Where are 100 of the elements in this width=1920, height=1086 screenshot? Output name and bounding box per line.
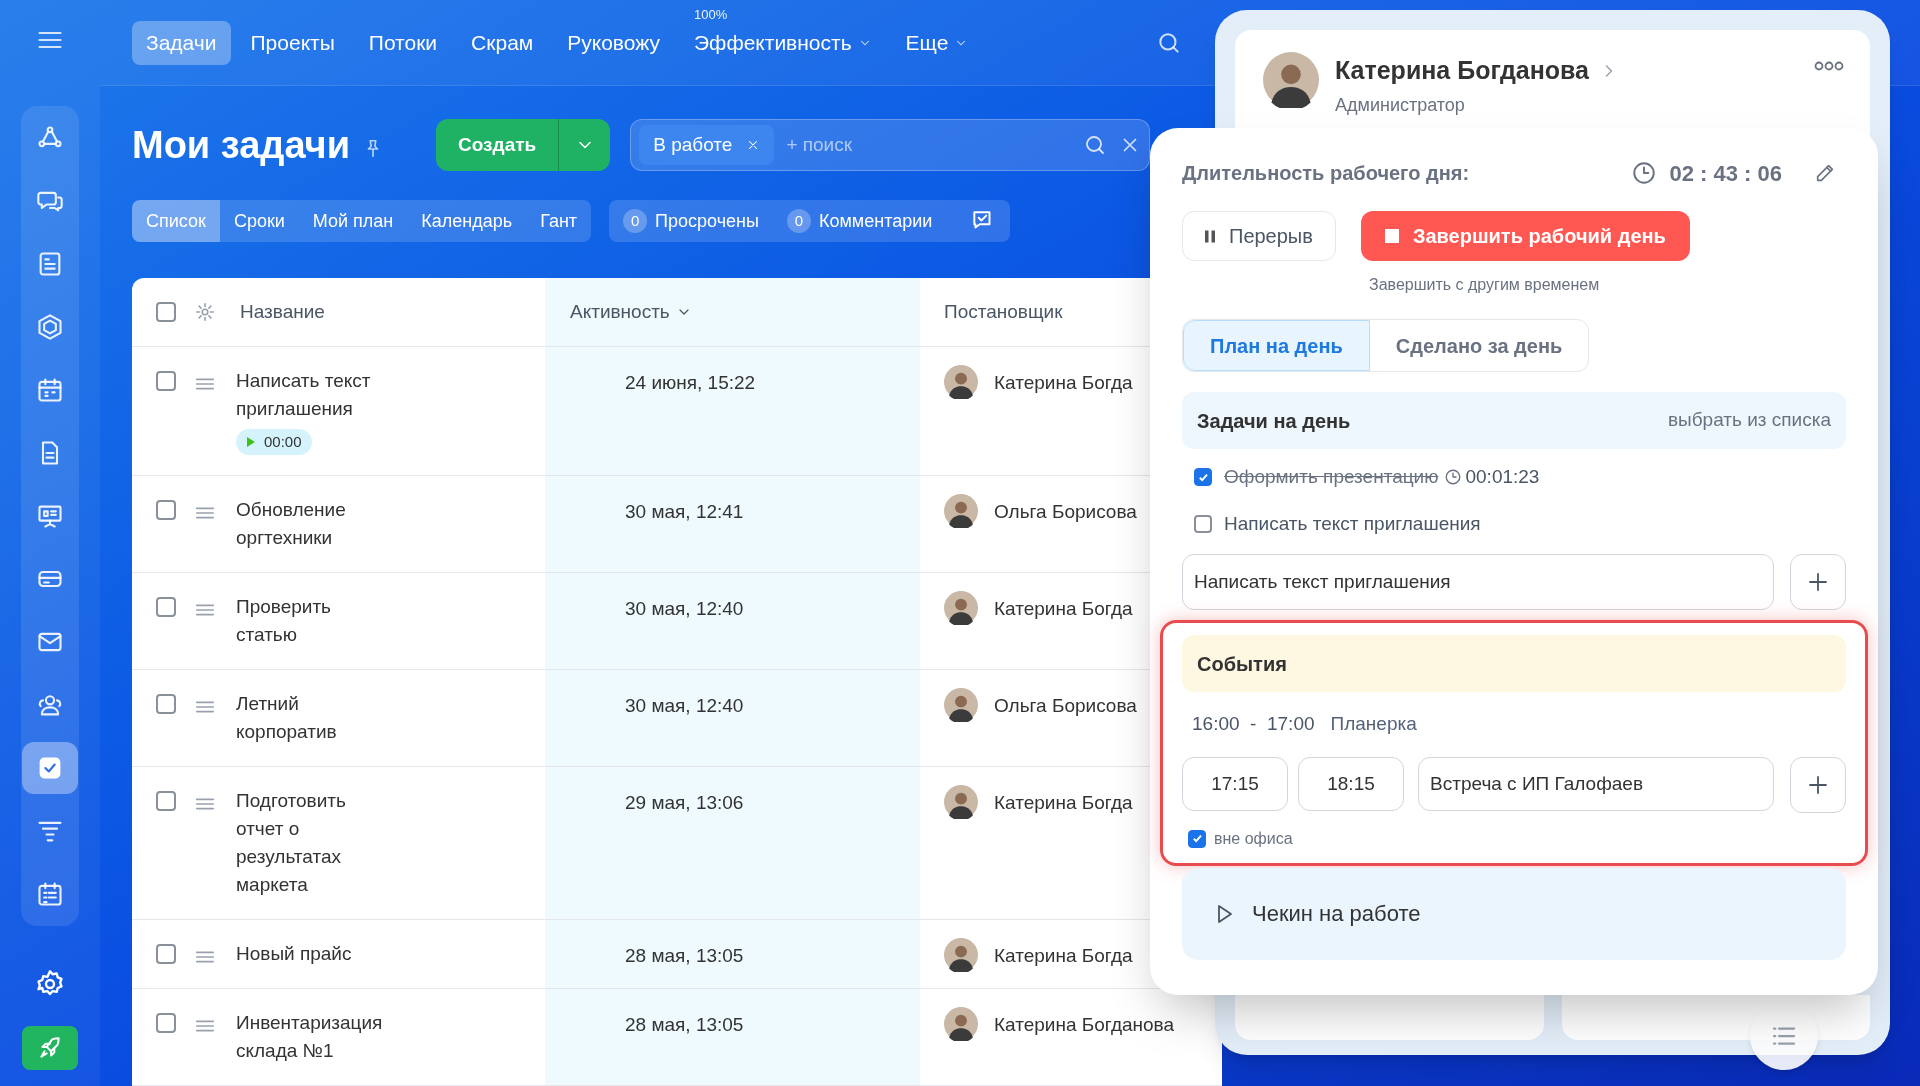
pause-icon [1205,229,1215,243]
rocket-icon [37,1035,63,1061]
activity-date: 24 июня, 15:22 [625,372,756,393]
stop-icon [1384,229,1399,243]
check-icon [1190,832,1204,845]
counter-filter[interactable]: 0 Комментарии [786,207,933,235]
task-title[interactable]: Обновление оргтехники [236,496,391,552]
view-tab[interactable]: Мой план [298,200,408,242]
profile-name[interactable]: Катерина Богданова [1335,52,1589,90]
avatar [944,688,978,722]
start-time-field[interactable]: 17:15 [1182,756,1288,811]
task-input[interactable]: Написать текст приглашения [1182,554,1774,610]
event-name-field[interactable]: Встреча с ИП Галофаев [1418,756,1774,811]
row-checkbox[interactable] [156,597,176,617]
task-title[interactable]: Инвентаризация склада №1 [236,1009,391,1065]
nav-tab[interactable]: Руковожу [553,20,674,65]
task-checkbox[interactable] [1194,468,1212,487]
clock-icon [1444,468,1463,487]
out-of-office-label: вне офиса [1214,828,1293,849]
choose-from-list-link[interactable]: выбрать из списка [1667,406,1831,435]
avatar [944,1007,978,1041]
activity-date: 30 мая, 12:40 [625,695,744,716]
column-header[interactable]: Активность [570,297,692,327]
row-checkbox[interactable] [156,694,176,714]
task-title[interactable]: Летний корпоратив [236,690,391,746]
task-time: 00:01:23 [1465,465,1540,489]
activity-date: 28 мая, 13:05 [625,1014,744,1035]
avatar [944,785,978,819]
calendar-icon [36,376,64,404]
avatar [944,938,978,972]
creator-name[interactable]: Катерина Богда [994,369,1133,398]
rocket-button[interactable] [22,1026,78,1070]
search-input[interactable]: + поиск [786,130,1072,160]
activity-date: 29 мая, 13:06 [625,792,744,813]
search-field[interactable]: В работе + поиск [630,119,1151,171]
creator-name[interactable]: Катерина Богда [994,942,1133,971]
finish-other-time-link[interactable]: Завершить с другим временем [1369,276,1600,293]
row-checkbox[interactable] [156,1013,176,1033]
activity-date: 30 мая, 12:41 [625,501,744,522]
task-title[interactable]: Новый прайс [236,940,391,968]
profile-role: Администратор [1335,93,1466,117]
add-event-button[interactable] [1790,756,1846,813]
out-of-office-checkbox[interactable] [1188,829,1206,848]
pause-button[interactable]: Перерыв [1182,211,1336,261]
row-checkbox[interactable] [156,371,176,391]
event-time: 16:00 - 17:00 [1192,712,1315,736]
plan-task: Оформить презентацию [1224,465,1439,489]
task-title[interactable]: Проверить статью [236,593,391,649]
creator-name[interactable]: Катерина Богданова [994,1011,1175,1040]
column-header[interactable]: Постановщик [944,297,1063,327]
activity-date: 30 мая, 12:40 [625,598,744,619]
end-time-field[interactable]: 18:15 [1298,756,1404,811]
add-task-button[interactable] [1790,554,1846,610]
filter-chip[interactable]: В работе [639,125,775,165]
tasks-title: Задачи на день [1197,408,1351,434]
creator-name[interactable]: Катерина Богда [994,595,1133,624]
clock-icon [1631,160,1658,186]
edit-button[interactable] [1814,162,1836,184]
nav-tab[interactable]: Проекты [236,20,349,65]
planner-icon [36,880,64,908]
plan-task: Написать текст приглашения [1224,511,1481,536]
pencil-icon [1814,162,1836,184]
checkin-button[interactable]: Чекин на работе [1182,867,1846,960]
row-checkbox[interactable] [156,500,176,520]
nav-tab[interactable]: Скрам [457,20,548,65]
events-title: События [1197,651,1287,677]
workday-timer: 02 : 43 : 06 [1669,159,1782,188]
plan-tab[interactable]: Сделано за день [1369,320,1589,371]
avatar [944,494,978,528]
task-checkbox[interactable] [1194,514,1212,533]
view-tab[interactable]: Сроки [219,200,299,242]
sidebar-item[interactable] [22,742,78,794]
event-title[interactable]: Планерка [1330,710,1417,739]
counter-filter[interactable]: 0 Просрочены [623,207,759,235]
creator-name[interactable]: Ольга Борисова [994,498,1137,527]
gear-icon [194,301,216,323]
nav-tab[interactable]: Потоки [354,20,452,65]
task-title[interactable]: Подготовить отчет о результатах маркета [236,787,391,899]
view-tab[interactable]: Календарь [407,200,527,242]
workday-title: Длительность рабочего дня: [1182,161,1470,186]
column-header[interactable]: Название [240,297,325,327]
task-title[interactable]: Написать текст приглашения [236,367,391,423]
more-button[interactable] [1814,60,1844,72]
timer-badge[interactable]: 00:00 [236,429,312,455]
creator-name[interactable]: Катерина Богда [994,789,1133,818]
avatar [944,365,978,399]
avatar [944,591,978,625]
select-all-checkbox[interactable] [156,302,176,322]
activity-date: 28 мая, 13:05 [625,945,744,966]
plan-tab[interactable]: План на день [1183,320,1370,371]
row-checkbox[interactable] [156,791,176,811]
nav-tab[interactable]: Еще [891,20,983,65]
more-icon [1814,60,1844,72]
row-checkbox[interactable] [156,944,176,964]
avatar [1263,52,1319,108]
creator-name[interactable]: Ольга Борисова [994,692,1137,721]
plus-icon [1806,570,1830,594]
view-tab[interactable]: Гант [526,200,592,242]
page-title: Мои задачи [132,122,351,168]
play-icon [246,437,256,447]
